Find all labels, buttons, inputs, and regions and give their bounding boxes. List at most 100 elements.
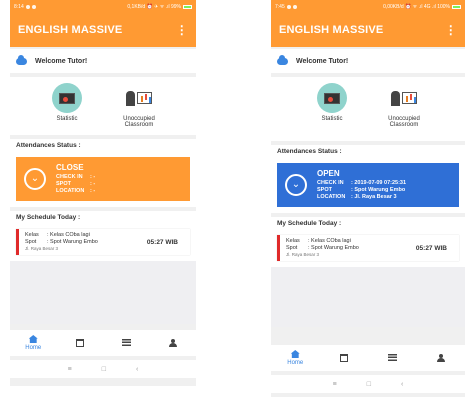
spot-label: Spot <box>25 239 37 245</box>
user-icon <box>168 339 177 347</box>
menu-key-icon[interactable]: ≡ <box>333 381 337 388</box>
schedule-section: Kelas: Kelas COba lagi Spot: Spot Warung… <box>271 231 465 267</box>
nav-schedule-list[interactable] <box>111 339 141 347</box>
nav-home[interactable]: Home <box>18 335 48 351</box>
welcome-banner: Welcome Tutor! <box>10 49 196 73</box>
user-icon <box>436 354 445 362</box>
schedule-address: Jl. Raya Besar 3 <box>286 252 320 257</box>
menu-label: Statistic <box>56 116 78 122</box>
chevron-down-icon: ⌄ <box>285 174 307 196</box>
checkin-label: CHECK IN <box>56 174 83 180</box>
notification-icon <box>286 4 291 9</box>
more-menu-icon[interactable]: ⋮ <box>445 24 457 36</box>
checkin-value: : - <box>90 174 96 180</box>
status-indicators: 0,00KB/d ⏰ ᯤ .ıl 4G .ıl 100% <box>383 3 450 10</box>
nav-schedule-list[interactable] <box>377 354 407 362</box>
home-key-icon[interactable]: □ <box>102 366 106 373</box>
main-menu: Statistic Unoccupied Classroom <box>10 77 196 135</box>
battery-icon <box>183 4 192 9</box>
schedule-title: My Schedule Today : <box>10 211 196 225</box>
app-bar: ENGLISH MASSIVE ⋮ <box>10 13 196 47</box>
back-key-icon[interactable]: ‹ <box>401 381 403 388</box>
calendar-icon <box>339 354 348 362</box>
statistic-board-icon <box>317 83 347 113</box>
attendance-title: Attendances Status : <box>10 139 196 153</box>
checkin-value: : 2019-07-09 07:25:31 <box>351 180 407 186</box>
menu-statistic[interactable]: Statistic <box>46 83 88 135</box>
spot-label: Spot <box>286 245 298 251</box>
phone-screen-closed: 8:14 0,1KB/d ⏰ ✈ ᯤ .ıl 99% ENGLISH MASSI… <box>10 0 196 386</box>
location-label: LOCATION <box>56 188 85 194</box>
main-menu: Statistic Unoccupied Classroom <box>271 77 465 141</box>
home-key-icon[interactable]: □ <box>367 381 371 388</box>
kelas-label: Kelas <box>25 232 39 238</box>
nav-home[interactable]: Home <box>280 350 310 366</box>
nav-profile[interactable] <box>426 354 456 362</box>
list-icon <box>387 354 397 362</box>
menu-statistic[interactable]: Statistic <box>311 83 353 141</box>
status-time: 8:14 <box>14 3 24 10</box>
attendance-section: ⌄ CLOSE CHECK IN: - SPOT: - LOCATION: - <box>10 153 196 207</box>
kelas-label: Kelas <box>286 238 300 244</box>
calendar-icon <box>75 339 84 347</box>
menu-unoccupied-classroom[interactable]: Unoccupied Classroom <box>118 83 160 135</box>
schedule-card[interactable]: Kelas: Kelas COba lagi Spot: Spot Warung… <box>277 235 459 261</box>
welcome-text: Welcome Tutor! <box>296 57 349 65</box>
menu-label: Statistic <box>321 116 343 122</box>
attendance-card[interactable]: ⌄ OPEN CHECK IN : 2019-07-09 07:25:31 SPO… <box>277 163 459 207</box>
attendance-section: ⌄ OPEN CHECK IN : 2019-07-09 07:25:31 SPO… <box>271 159 465 213</box>
notification-icon <box>25 4 30 9</box>
menu-label: Unoccupied Classroom <box>123 116 155 128</box>
attendance-status: OPEN <box>317 169 340 178</box>
schedule-time: 05:27 WIB <box>146 238 178 246</box>
phone-screen-open: 7:45 0,00KB/d ⏰ ᯤ .ıl 4G .ıl 100% ENGLIS… <box>271 0 465 397</box>
cloud-icon <box>277 54 288 65</box>
back-key-icon[interactable]: ‹ <box>136 366 138 373</box>
system-navigation: ≡ □ ‹ <box>271 375 465 393</box>
app-title: ENGLISH MASSIVE <box>279 24 384 36</box>
menu-unoccupied-classroom[interactable]: Unoccupied Classroom <box>383 83 425 141</box>
status-bar: 7:45 0,00KB/d ⏰ ᯤ .ıl 4G .ıl 100% <box>271 0 465 13</box>
empty-area <box>271 267 465 327</box>
list-icon <box>121 339 131 347</box>
spot-label: SPOT <box>317 187 332 193</box>
home-icon <box>290 350 300 358</box>
menu-key-icon[interactable]: ≡ <box>68 366 72 373</box>
schedule-section: Kelas : Kelas COba lagi Spot : Spot Warung… <box>10 225 196 261</box>
spot-value: : Spot Warung Embo <box>351 187 406 193</box>
system-navigation: ≡ □ ‹ <box>10 360 196 378</box>
more-menu-icon[interactable]: ⋮ <box>176 24 188 36</box>
checkin-label: CHECK IN <box>317 180 344 186</box>
classroom-presentation-icon <box>124 83 154 113</box>
location-value: : Jl. Raya Besar 3 <box>351 194 397 200</box>
empty-area <box>10 261 196 324</box>
cloud-icon <box>16 54 27 65</box>
schedule-time: 05:27 WIB <box>415 244 447 252</box>
location-label: LOCATION <box>317 194 346 200</box>
schedule-address: Jl. Raya Besar 3 <box>25 246 59 251</box>
nav-calendar[interactable] <box>329 354 359 362</box>
status-indicators: 0,1KB/d ⏰ ✈ ᯤ .ıl 99% <box>127 3 181 10</box>
attendance-title: Attendances Status : <box>271 145 465 159</box>
bottom-navigation: Home <box>10 330 196 356</box>
attendance-status: CLOSE <box>56 163 84 172</box>
chevron-down-icon: ⌄ <box>24 168 46 190</box>
nav-home-label: Home <box>287 360 304 366</box>
classroom-presentation-icon <box>389 83 419 113</box>
notification-icon <box>31 4 36 9</box>
home-icon <box>28 335 38 343</box>
kelas-value: : Kelas COba lagi <box>47 232 90 238</box>
schedule-card[interactable]: Kelas : Kelas COba lagi Spot : Spot Warung… <box>16 229 190 255</box>
nav-calendar[interactable] <box>65 339 95 347</box>
nav-profile[interactable] <box>158 339 188 347</box>
menu-label: Unoccupied Classroom <box>388 116 420 128</box>
spot-value: : Spot Warung Embo <box>47 239 98 245</box>
notification-icon <box>292 4 297 9</box>
attendance-card[interactable]: ⌄ CLOSE CHECK IN: - SPOT: - LOCATION: - <box>16 157 190 201</box>
bottom-navigation: Home <box>271 345 465 371</box>
spot-label: SPOT <box>56 181 71 187</box>
app-title: ENGLISH MASSIVE <box>18 24 123 36</box>
nav-home-label: Home <box>25 345 42 351</box>
spot-value: : - <box>90 181 96 187</box>
statistic-board-icon <box>52 83 82 113</box>
